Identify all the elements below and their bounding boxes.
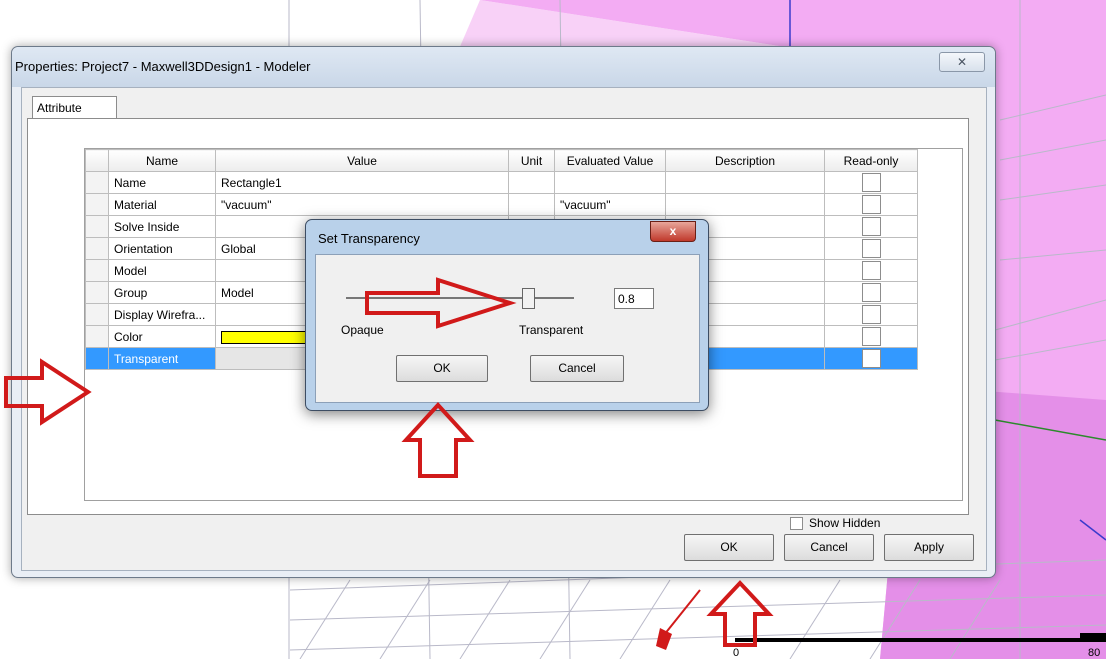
cell-read-only[interactable] xyxy=(824,303,918,326)
cell-read-only[interactable] xyxy=(824,237,918,260)
show-hidden-label: Show Hidden xyxy=(809,516,881,530)
read-only-checkbox[interactable] xyxy=(861,349,881,368)
cell-name[interactable]: Solve Inside xyxy=(108,215,216,238)
cell-unit[interactable] xyxy=(508,171,555,194)
cell-evaluated-value[interactable]: "vacuum" xyxy=(554,193,666,216)
transparency-ok-button[interactable]: OK xyxy=(396,355,488,382)
transparency-slider-track[interactable] xyxy=(346,297,574,299)
transparency-client-area: 0.8 Opaque Transparent OK Cancel xyxy=(315,254,700,403)
cell-read-only[interactable] xyxy=(824,193,918,216)
cell-name[interactable]: Material xyxy=(108,193,216,216)
cell-name[interactable]: Transparent xyxy=(108,347,216,370)
column-header-value[interactable]: Value xyxy=(215,149,509,172)
cell-name[interactable]: Model xyxy=(108,259,216,282)
close-icon: ✕ xyxy=(956,55,968,69)
table-row[interactable]: Material "vacuum" "vacuum" xyxy=(85,193,918,216)
read-only-checkbox[interactable] xyxy=(861,173,881,192)
ok-button[interactable]: OK xyxy=(684,534,774,561)
row-header[interactable] xyxy=(85,193,109,216)
read-only-checkbox[interactable] xyxy=(861,283,881,302)
cell-description[interactable] xyxy=(665,171,825,194)
cell-read-only[interactable] xyxy=(824,215,918,238)
column-header-read-only[interactable]: Read-only xyxy=(824,149,918,172)
set-transparency-title: Set Transparency xyxy=(318,231,420,246)
cell-evaluated-value[interactable] xyxy=(554,171,666,194)
cell-description[interactable] xyxy=(665,193,825,216)
transparency-cancel-button[interactable]: Cancel xyxy=(530,355,624,382)
cell-read-only[interactable] xyxy=(824,347,918,370)
scale-label-end: 80 xyxy=(1088,647,1100,659)
read-only-checkbox[interactable] xyxy=(861,217,881,236)
row-header[interactable] xyxy=(85,325,109,348)
cell-name[interactable]: Display Wirefra... xyxy=(108,303,216,326)
transparency-value-field[interactable]: 0.8 xyxy=(614,288,654,309)
opaque-label: Opaque xyxy=(341,323,384,337)
read-only-checkbox[interactable] xyxy=(861,327,881,346)
read-only-checkbox[interactable] xyxy=(861,261,881,280)
show-hidden-checkbox[interactable] xyxy=(790,517,803,531)
row-header[interactable] xyxy=(85,237,109,260)
tab-attribute[interactable]: Attribute xyxy=(32,96,117,118)
apply-button[interactable]: Apply xyxy=(884,534,974,561)
column-header-unit[interactable]: Unit xyxy=(508,149,555,172)
transparency-close-button[interactable]: x xyxy=(650,221,696,242)
column-header-evaluated-value[interactable]: Evaluated Value xyxy=(554,149,666,172)
cell-name[interactable]: Name xyxy=(108,171,216,194)
properties-title: Properties: Project7 - Maxwell3DDesign1 … xyxy=(15,59,311,74)
properties-titlebar[interactable]: Properties: Project7 - Maxwell3DDesign1 … xyxy=(12,47,995,87)
cell-read-only[interactable] xyxy=(824,171,918,194)
column-header-description[interactable]: Description xyxy=(665,149,825,172)
close-icon: x xyxy=(669,224,677,238)
set-transparency-dialog: Set Transparency x 0.8 Opaque Transparen… xyxy=(305,219,709,411)
row-header[interactable] xyxy=(85,347,109,370)
scale-label-start: 0 xyxy=(733,647,739,659)
row-header[interactable] xyxy=(85,281,109,304)
read-only-checkbox[interactable] xyxy=(861,239,881,258)
cell-read-only[interactable] xyxy=(824,259,918,282)
row-header[interactable] xyxy=(85,259,109,282)
transparency-slider-thumb[interactable] xyxy=(522,288,536,309)
cell-name[interactable]: Group xyxy=(108,281,216,304)
row-header[interactable] xyxy=(85,215,109,238)
read-only-checkbox[interactable] xyxy=(861,195,881,214)
cell-name[interactable]: Color xyxy=(108,325,216,348)
show-hidden-option[interactable]: Show Hidden xyxy=(790,516,881,531)
column-header-name[interactable]: Name xyxy=(108,149,216,172)
cell-value[interactable]: "vacuum" xyxy=(215,193,509,216)
properties-close-button[interactable]: ✕ xyxy=(939,52,985,72)
cell-read-only[interactable] xyxy=(824,325,918,348)
table-row[interactable]: Name Rectangle1 xyxy=(85,171,918,194)
cell-read-only[interactable] xyxy=(824,281,918,304)
table-header-row: Name Value Unit Evaluated Value Descript… xyxy=(85,149,918,172)
transparent-label: Transparent xyxy=(519,323,584,337)
row-header[interactable] xyxy=(85,303,109,326)
cancel-button[interactable]: Cancel xyxy=(784,534,874,561)
cell-name[interactable]: Orientation xyxy=(108,237,216,260)
read-only-checkbox[interactable] xyxy=(861,305,881,324)
cell-value[interactable]: Rectangle1 xyxy=(215,171,509,194)
cell-unit[interactable] xyxy=(508,193,555,216)
row-header[interactable] xyxy=(85,171,109,194)
